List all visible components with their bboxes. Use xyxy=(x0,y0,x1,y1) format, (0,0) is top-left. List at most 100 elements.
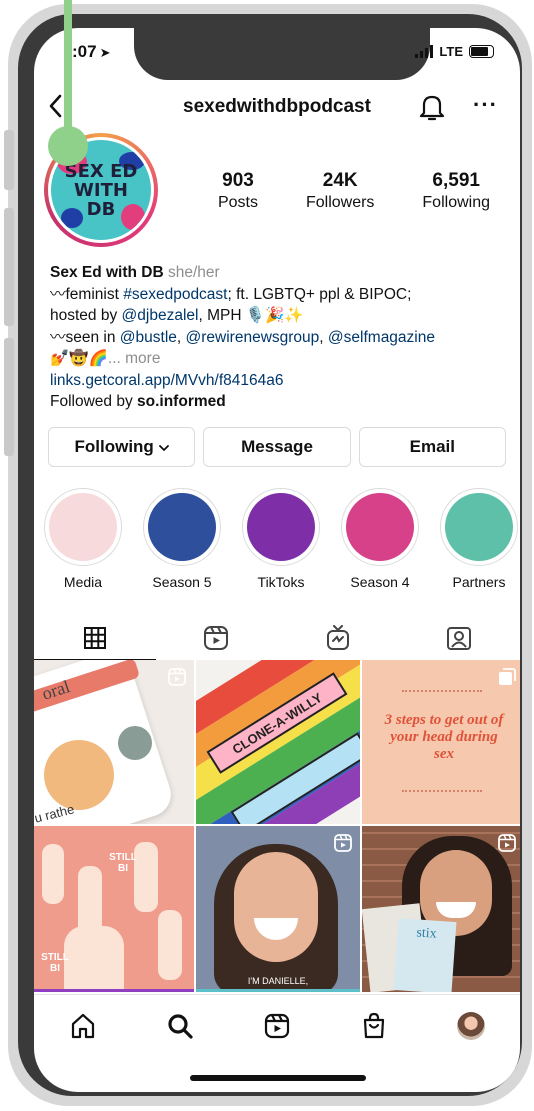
posts-grid: oral u rathe CLONE-A-WILLY 3 steps to ge… xyxy=(34,660,520,994)
stat-posts[interactable]: 903 Posts xyxy=(218,170,258,212)
nav-home[interactable] xyxy=(63,1006,103,1046)
bio-text: ; ft. LGBTQ+ ppl & BIPOC; xyxy=(227,285,412,303)
mention-link[interactable]: @rewirenewsgroup xyxy=(186,329,320,346)
status-time: :07 ➤ xyxy=(72,42,111,61)
stat-followers[interactable]: 24K Followers xyxy=(306,170,374,212)
bio-text: hosted by xyxy=(50,307,122,324)
highlight-ring xyxy=(341,488,419,566)
highlight-partners[interactable]: Partners xyxy=(440,488,518,590)
highlight-label: TikToks xyxy=(257,574,305,590)
post-thumbnail[interactable]: I'M DANIELLE, xyxy=(196,826,360,992)
highlight-tiktoks[interactable]: TikToks xyxy=(242,488,320,590)
profile-bio: Sex Ed with DB she/her 〰feminist #sexedp… xyxy=(50,262,506,413)
highlight-cover xyxy=(49,493,117,561)
email-button[interactable]: Email xyxy=(358,427,506,467)
following-button[interactable]: Following xyxy=(48,427,196,467)
reel-badge-icon xyxy=(168,668,186,686)
battery-icon xyxy=(469,45,494,58)
pronouns: she/her xyxy=(168,264,220,281)
bio-text: , xyxy=(319,328,328,346)
post-thumbnail[interactable]: 3 steps to get out of your head during s… xyxy=(362,660,520,824)
tab-igtv[interactable] xyxy=(277,616,399,660)
search-icon xyxy=(168,1013,193,1039)
figure-graphic xyxy=(158,910,182,980)
tab-reels[interactable] xyxy=(156,616,278,660)
reels-icon xyxy=(264,1013,290,1038)
color-strip xyxy=(196,989,360,992)
circle-graphic xyxy=(44,740,114,810)
tab-tagged[interactable] xyxy=(399,616,521,660)
profile-content-tabs xyxy=(34,616,520,660)
highlight-label: Partners xyxy=(452,574,506,590)
home-icon xyxy=(71,1013,94,1038)
bell-icon[interactable] xyxy=(418,92,446,122)
annotation-marker-line xyxy=(64,0,72,140)
bio-emoji: 💅🤠🌈 xyxy=(50,350,108,367)
network-label: LTE xyxy=(439,44,463,59)
mention-link[interactable]: @djbezalel xyxy=(122,307,199,324)
stat-value: 24K xyxy=(322,170,358,191)
highlight-label: Media xyxy=(63,574,103,590)
circle-graphic xyxy=(118,726,152,760)
reels-icon xyxy=(204,626,229,650)
product-box: stix xyxy=(393,918,457,992)
profile-avatar-icon xyxy=(457,1011,486,1040)
avatar-logo-text: SEX ED WITH DB xyxy=(64,160,138,220)
tagged-user-icon xyxy=(447,627,472,650)
bio-text: 〰feminist xyxy=(50,285,124,303)
mention-link[interactable]: @selfmagazine xyxy=(328,329,435,346)
profile-action-buttons: Following Message Email xyxy=(48,427,506,467)
status-right: LTE xyxy=(415,44,494,59)
highlight-season-5[interactable]: Season 5 xyxy=(143,488,221,590)
hashtag-link[interactable]: #sexedpodcast xyxy=(123,286,227,303)
bottom-navigation xyxy=(34,994,520,1056)
more-options-icon[interactable]: ··· xyxy=(473,92,498,118)
highlight-ring xyxy=(440,488,518,566)
highlight-label: Season 5 xyxy=(152,574,212,590)
website-link[interactable]: links.getcoral.app/MVvh/f84164a6 xyxy=(50,372,284,389)
post-thumbnail[interactable]: STILL BI STILL BI xyxy=(34,826,194,992)
multiple-posts-icon xyxy=(499,668,516,685)
divider-graphic xyxy=(402,790,482,792)
home-indicator[interactable] xyxy=(190,1075,366,1081)
bio-text: 〰seen in xyxy=(50,328,120,346)
profile-header: sexedwithdbpodcast ··· xyxy=(34,92,520,122)
highlight-cover xyxy=(445,493,513,561)
nav-profile[interactable] xyxy=(451,1006,491,1046)
highlight-season-4[interactable]: Season 4 xyxy=(341,488,419,590)
bio-more-link[interactable]: ... more xyxy=(108,350,161,367)
profile-username: sexedwithdbpodcast xyxy=(183,96,371,117)
signal-icon xyxy=(415,45,434,58)
stat-following[interactable]: 6,591 Following xyxy=(422,170,490,212)
annotation-marker-dot xyxy=(48,126,88,166)
post-thumbnail[interactable]: stix xyxy=(362,826,520,992)
mention-link[interactable]: @bustle xyxy=(120,329,177,346)
bio-text: , xyxy=(176,328,186,346)
stat-value: 903 xyxy=(222,170,254,191)
highlight-ring xyxy=(44,488,122,566)
post-thumbnail[interactable]: oral u rathe xyxy=(34,660,194,824)
divider-graphic xyxy=(402,690,482,692)
color-strip xyxy=(34,989,194,992)
face-graphic xyxy=(234,852,318,962)
stat-label: Following xyxy=(422,194,490,211)
nav-search[interactable] xyxy=(160,1006,200,1046)
highlight-label: Season 4 xyxy=(350,574,410,590)
highlight-cover xyxy=(247,493,315,561)
nav-shop[interactable] xyxy=(354,1006,394,1046)
message-button[interactable]: Message xyxy=(203,427,351,467)
reel-badge-icon xyxy=(498,834,516,852)
highlight-cover xyxy=(148,493,216,561)
post-text: STILL BI xyxy=(109,852,137,874)
highlight-media[interactable]: Media xyxy=(44,488,122,590)
bio-text: , MPH 🎙️🎉✨ xyxy=(198,307,304,324)
tab-posts-grid[interactable] xyxy=(34,616,156,660)
post-thumbnail[interactable]: CLONE-A-WILLY xyxy=(196,660,360,824)
phone-side-button xyxy=(4,130,14,190)
highlight-ring xyxy=(242,488,320,566)
shopping-bag-icon xyxy=(364,1012,385,1038)
notch xyxy=(134,28,430,80)
followed-by-user[interactable]: so.informed xyxy=(137,393,226,410)
highlight-ring xyxy=(143,488,221,566)
nav-reels[interactable] xyxy=(257,1006,297,1046)
